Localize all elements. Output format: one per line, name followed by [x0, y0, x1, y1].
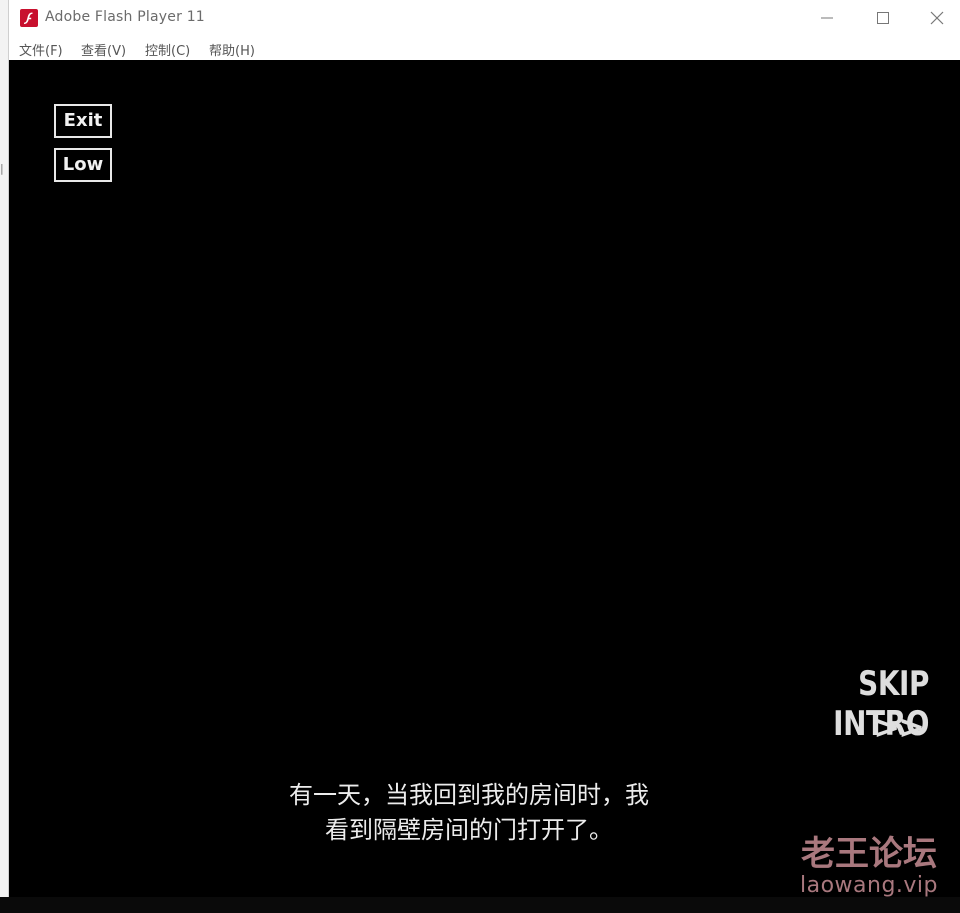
watermark: 老王论坛 laowang.vip: [789, 834, 949, 897]
exit-button[interactable]: Exit: [54, 104, 112, 138]
taskbar-edge: [0, 897, 960, 913]
menu-control[interactable]: 控制(C): [145, 40, 190, 59]
intro-subtitle: 有一天，当我回到我的房间时，我 看到隔壁房间的门打开了。: [189, 778, 749, 848]
maximize-button[interactable]: [855, 0, 911, 36]
subtitle-line-1: 有一天，当我回到我的房间时，我: [289, 781, 649, 809]
minimize-button[interactable]: [799, 0, 855, 36]
close-button[interactable]: [909, 0, 960, 36]
close-icon: [930, 11, 944, 25]
background-window-fragment: |: [0, 162, 4, 175]
menu-file[interactable]: 文件(F): [19, 40, 63, 59]
flash-stage[interactable]: Exit Low SKIP INTRO >> 有一天，当我回到我的房间时，我 看…: [9, 60, 960, 897]
flash-app-icon: [20, 9, 38, 27]
menu-help[interactable]: 帮助(H): [209, 40, 255, 59]
minimize-icon: [821, 17, 833, 19]
watermark-title: 老王论坛: [801, 834, 937, 874]
low-quality-button[interactable]: Low: [54, 148, 112, 182]
flash-player-window: Adobe Flash Player 11 文件(F) 查看(V) 控制(C) …: [8, 0, 960, 897]
subtitle-line-2: 看到隔壁房间的门打开了。: [325, 816, 613, 844]
title-bar[interactable]: Adobe Flash Player 11: [9, 0, 960, 36]
menu-bar: 文件(F) 查看(V) 控制(C) 帮助(H): [9, 36, 960, 60]
watermark-url: laowang.vip: [799, 873, 939, 898]
menu-view[interactable]: 查看(V): [81, 40, 126, 59]
window-title: Adobe Flash Player 11: [45, 9, 205, 25]
maximize-icon: [877, 12, 889, 24]
skip-arrows[interactable]: >>: [829, 708, 925, 746]
